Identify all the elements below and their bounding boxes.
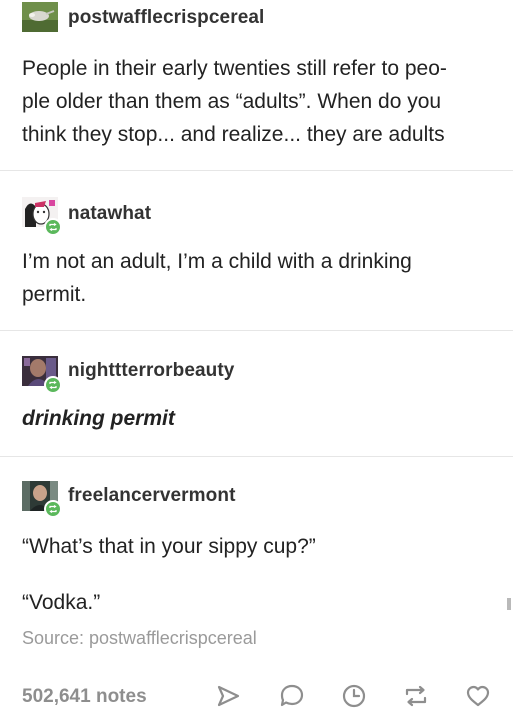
post-text-line: think they stop... and realize... they a… <box>22 123 445 146</box>
post-source[interactable]: Source: postwafflecrispcereal <box>22 628 257 649</box>
reblog-badge-icon <box>44 500 62 518</box>
post-text-line: “What’s that in your sippy cup?” <box>22 535 316 558</box>
post-text-line: “Vodka.” <box>22 591 101 614</box>
post-username[interactable]: natawhat <box>68 203 151 225</box>
scrollbar-thumb[interactable] <box>507 598 511 610</box>
post-username[interactable]: nighttterrorbeauty <box>68 360 234 382</box>
reblog-badge-icon <box>44 218 62 236</box>
post-text-line: People in their early twenties still ref… <box>22 57 447 80</box>
post-username[interactable]: freelancervermont <box>68 485 236 507</box>
queue-icon[interactable] <box>340 682 368 710</box>
post-text-line: permit. <box>22 283 87 306</box>
like-icon[interactable] <box>464 682 492 710</box>
reply-icon[interactable] <box>278 682 306 710</box>
post-username[interactable]: postwafflecrispcereal <box>68 7 264 29</box>
reblog-badge-icon <box>44 376 62 394</box>
post-body: People in their early twenties still ref… <box>22 52 492 151</box>
share-icon[interactable] <box>214 682 242 710</box>
post-divider <box>0 170 513 171</box>
avatar[interactable] <box>22 2 58 32</box>
notes-count[interactable]: 502,641 notes <box>22 686 147 708</box>
post-body: drinking permit <box>22 407 175 430</box>
post-divider <box>0 456 513 457</box>
post-footer: 502,641 notes <box>0 672 513 720</box>
post-body: I’m not an adult, I’m a child with a dri… <box>22 245 492 311</box>
post-divider <box>0 330 513 331</box>
reblog-icon[interactable] <box>402 682 430 710</box>
post-text-line: I’m not an adult, I’m a child with a dri… <box>22 250 412 273</box>
post-text-line: ple older than them as “adults”. When do… <box>22 90 442 113</box>
